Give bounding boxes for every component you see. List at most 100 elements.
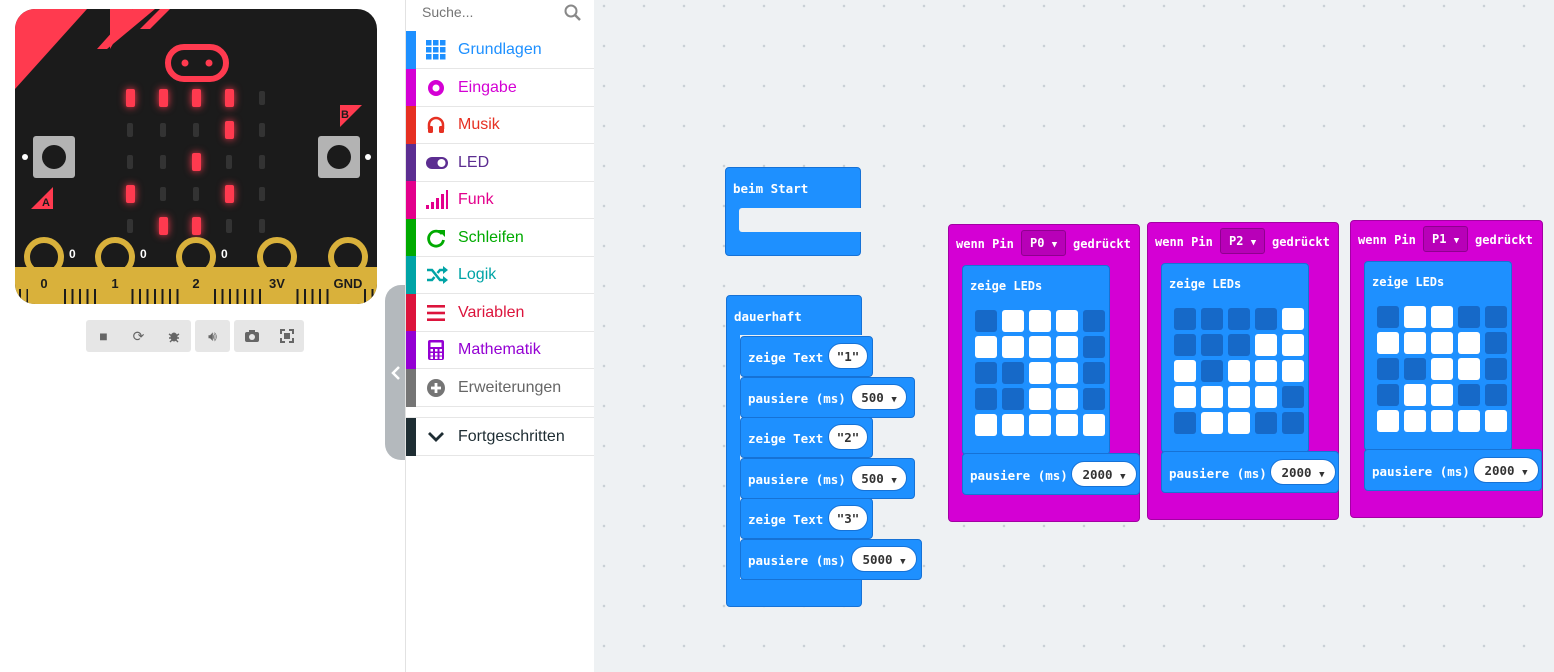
collapse-simulator-button[interactable] [385,285,407,460]
category-schleifen[interactable]: Schleifen [406,219,594,257]
led-toggle[interactable] [1404,410,1426,432]
restart-button[interactable]: ⟳ [121,320,156,352]
show-leds-block[interactable]: zeige LEDs [1364,261,1512,451]
led-toggle[interactable] [1377,306,1399,328]
led-toggle[interactable] [1002,388,1024,410]
led-toggle[interactable] [1282,360,1304,382]
show-string-block[interactable]: zeige Text "1" [740,336,873,377]
led-toggle[interactable] [1431,384,1453,406]
microbit-board[interactable]: A B 0 0 1 0 2 0 3V GND [15,9,377,304]
led-toggle[interactable] [1458,384,1480,406]
led-toggle[interactable] [1431,332,1453,354]
pause-block[interactable]: pausiere (ms) 500 ▼ [740,377,915,418]
led-toggle[interactable] [1029,336,1051,358]
led-toggle[interactable] [1228,360,1250,382]
pause-value-dropdown[interactable]: 2000 ▼ [1071,461,1137,487]
pin-dropdown[interactable]: P2 ▼ [1220,228,1266,254]
led-toggle[interactable] [1228,308,1250,330]
led-toggle[interactable] [1228,412,1250,434]
led-toggle[interactable] [1282,412,1304,434]
category-funk[interactable]: Funk [406,181,594,219]
led-toggle[interactable] [975,336,997,358]
category-eingabe[interactable]: Eingabe [406,69,594,107]
led-toggle[interactable] [1255,412,1277,434]
stop-button[interactable]: ■ [86,320,121,352]
debug-button[interactable] [156,320,191,352]
logo-touch[interactable] [165,44,229,82]
led-toggle[interactable] [1404,332,1426,354]
led-toggle[interactable] [1485,306,1507,328]
led-toggle[interactable] [1377,410,1399,432]
show-leds-block[interactable]: zeige LEDs [962,265,1110,455]
pause-block[interactable]: pausiere (ms) 5000 ▼ [740,539,922,580]
category-erweiterungen[interactable]: Erweiterungen [406,369,594,407]
led-toggle[interactable] [1458,358,1480,380]
led-toggle[interactable] [1056,414,1078,436]
led-toggle[interactable] [1174,386,1196,408]
mute-button[interactable]: 🔊︎ [195,320,230,352]
led-toggle[interactable] [1255,360,1277,382]
led-toggle[interactable] [1282,308,1304,330]
pause-block[interactable]: pausiere (ms) 500 ▼ [740,458,915,499]
led-toggle[interactable] [1485,332,1507,354]
led-toggle[interactable] [1029,414,1051,436]
led-toggle[interactable] [1056,388,1078,410]
led-toggle[interactable] [1201,360,1223,382]
category-musik[interactable]: Musik [406,106,594,144]
screenshot-button[interactable] [234,320,269,352]
led-toggle[interactable] [1002,414,1024,436]
led-toggle[interactable] [1458,410,1480,432]
led-toggle[interactable] [1056,362,1078,384]
led-toggle[interactable] [1485,410,1507,432]
led-toggle[interactable] [1282,334,1304,356]
led-toggle[interactable] [1056,336,1078,358]
led-toggle[interactable] [1174,412,1196,434]
fullscreen-button[interactable] [269,320,304,352]
led-toggle[interactable] [975,362,997,384]
pause-block[interactable]: pausiere (ms) 2000 ▼ [962,453,1140,495]
led-toggle[interactable] [1377,384,1399,406]
led-toggle[interactable] [1002,362,1024,384]
led-toggle[interactable] [1431,306,1453,328]
search-icon[interactable] [564,4,582,22]
led-toggle[interactable] [975,388,997,410]
led-toggle[interactable] [1174,334,1196,356]
pause-value-dropdown[interactable]: 500 ▼ [851,465,907,491]
category-grundlagen[interactable]: Grundlagen [406,31,594,69]
show-leds-block[interactable]: zeige LEDs [1161,263,1309,453]
led-toggle[interactable] [1201,334,1223,356]
led-toggle[interactable] [1201,386,1223,408]
led-toggle[interactable] [1174,308,1196,330]
category-logik[interactable]: Logik [406,256,594,294]
search-input[interactable] [420,3,564,21]
show-string-block[interactable]: zeige Text "3" [740,498,873,539]
blocks-workspace[interactable]: beim Start dauerhaft zeige Text "1" paus… [594,0,1554,672]
led-toggle[interactable] [1201,412,1223,434]
led-toggle[interactable] [1083,414,1105,436]
led-toggle[interactable] [975,310,997,332]
led-toggle[interactable] [1056,310,1078,332]
pin-dropdown[interactable]: P0 ▼ [1021,230,1067,256]
led-toggle[interactable] [1431,410,1453,432]
led-toggle[interactable] [1485,384,1507,406]
led-toggle[interactable] [1282,386,1304,408]
led-toggle[interactable] [1201,308,1223,330]
pin-dropdown[interactable]: P1 ▼ [1423,226,1469,252]
led-toggle[interactable] [1404,384,1426,406]
led-toggle[interactable] [1377,358,1399,380]
led-toggle[interactable] [1458,332,1480,354]
show-string-block[interactable]: zeige Text "2" [740,417,873,458]
led-toggle[interactable] [1228,386,1250,408]
pause-block[interactable]: pausiere (ms) 2000 ▼ [1364,449,1542,491]
category-led[interactable]: LED [406,144,594,182]
led-toggle[interactable] [1029,362,1051,384]
category-mathematik[interactable]: Mathematik [406,331,594,369]
led-toggle[interactable] [1458,306,1480,328]
led-toggle[interactable] [1404,306,1426,328]
text-value-input[interactable]: "1" [828,343,868,369]
led-toggle[interactable] [1431,358,1453,380]
category-fortgeschritten[interactable]: Fortgeschritten [406,417,594,456]
pause-value-dropdown[interactable]: 5000 ▼ [851,546,917,572]
text-value-input[interactable]: "2" [828,424,868,450]
text-value-input[interactable]: "3" [828,505,868,531]
